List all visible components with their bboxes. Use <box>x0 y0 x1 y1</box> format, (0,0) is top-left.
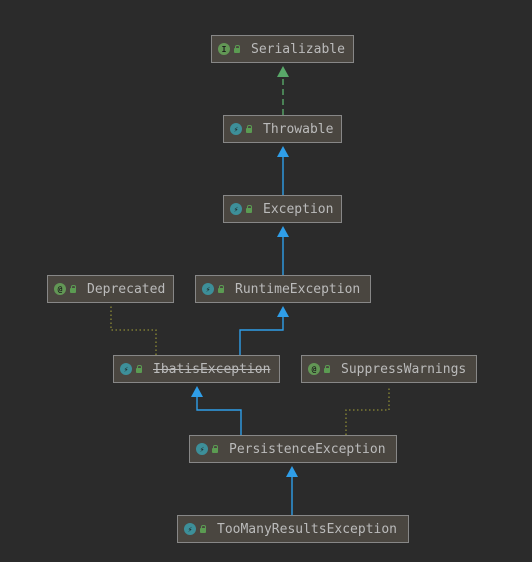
public-lock-icon <box>245 125 253 133</box>
node-label: TooManyResultsException <box>217 521 398 537</box>
node-ibatisexception[interactable]: ⚡ IbatisException <box>113 355 280 383</box>
node-throwable[interactable]: ⚡ Throwable <box>223 115 342 143</box>
arrowhead <box>277 306 289 317</box>
edge-annotated-ibatisexception-to-deprecated <box>110 306 157 355</box>
interface-icon: I <box>218 43 230 55</box>
public-lock-icon <box>211 445 219 453</box>
annotation-icon: @ <box>308 363 320 375</box>
public-lock-icon <box>69 285 77 293</box>
node-label: RuntimeException <box>235 281 361 297</box>
class-icon: ⚡ <box>230 123 242 135</box>
edge-annotated-persistenceexception-to-suppresswarnings <box>345 386 390 435</box>
annotation-icon: @ <box>54 283 66 295</box>
edge-extends-toomanyresultsexception-to-persistenceexception <box>286 466 298 515</box>
arrowhead <box>286 466 298 477</box>
public-lock-icon <box>233 45 241 53</box>
uml-class-diagram: I Serializable ⚡ Throwable ⚡ Exception @… <box>0 0 532 562</box>
arrowhead <box>277 66 289 77</box>
node-label: Deprecated <box>87 281 166 297</box>
arrowhead <box>277 146 289 157</box>
edge-implements-throwable-to-serializable <box>277 66 289 115</box>
edge-extends-exception-to-throwable <box>277 146 289 195</box>
class-icon: ⚡ <box>120 363 132 375</box>
node-label: SuppressWarnings <box>341 361 467 377</box>
edge-extends-persistenceexception-to-ibatisexception <box>191 386 242 435</box>
node-deprecated[interactable]: @ Deprecated <box>47 275 174 303</box>
node-label: IbatisException <box>153 361 271 377</box>
node-label: Throwable <box>263 121 334 137</box>
public-lock-icon <box>245 205 253 213</box>
class-icon: ⚡ <box>230 203 242 215</box>
node-toomanyresultsexception[interactable]: ⚡ TooManyResultsException <box>177 515 409 543</box>
node-runtimeexception[interactable]: ⚡ RuntimeException <box>195 275 371 303</box>
class-icon: ⚡ <box>202 283 214 295</box>
node-suppresswarnings[interactable]: @ SuppressWarnings <box>301 355 477 383</box>
edge-extends-runtimeexception-to-exception <box>277 226 289 275</box>
public-lock-icon <box>135 365 143 373</box>
arrowhead <box>277 226 289 237</box>
node-persistenceexception[interactable]: ⚡ PersistenceException <box>189 435 397 463</box>
node-serializable[interactable]: I Serializable <box>211 35 354 63</box>
public-lock-icon <box>199 525 207 533</box>
class-icon: ⚡ <box>196 443 208 455</box>
arrowhead <box>191 386 203 397</box>
public-lock-icon <box>217 285 225 293</box>
node-label: Exception <box>263 201 334 217</box>
edge-extends-ibatisexception-to-runtimeexception <box>239 306 289 355</box>
class-icon: ⚡ <box>184 523 196 535</box>
node-exception[interactable]: ⚡ Exception <box>223 195 342 223</box>
public-lock-icon <box>323 365 331 373</box>
node-label: PersistenceException <box>229 441 386 457</box>
node-label: Serializable <box>251 41 345 57</box>
